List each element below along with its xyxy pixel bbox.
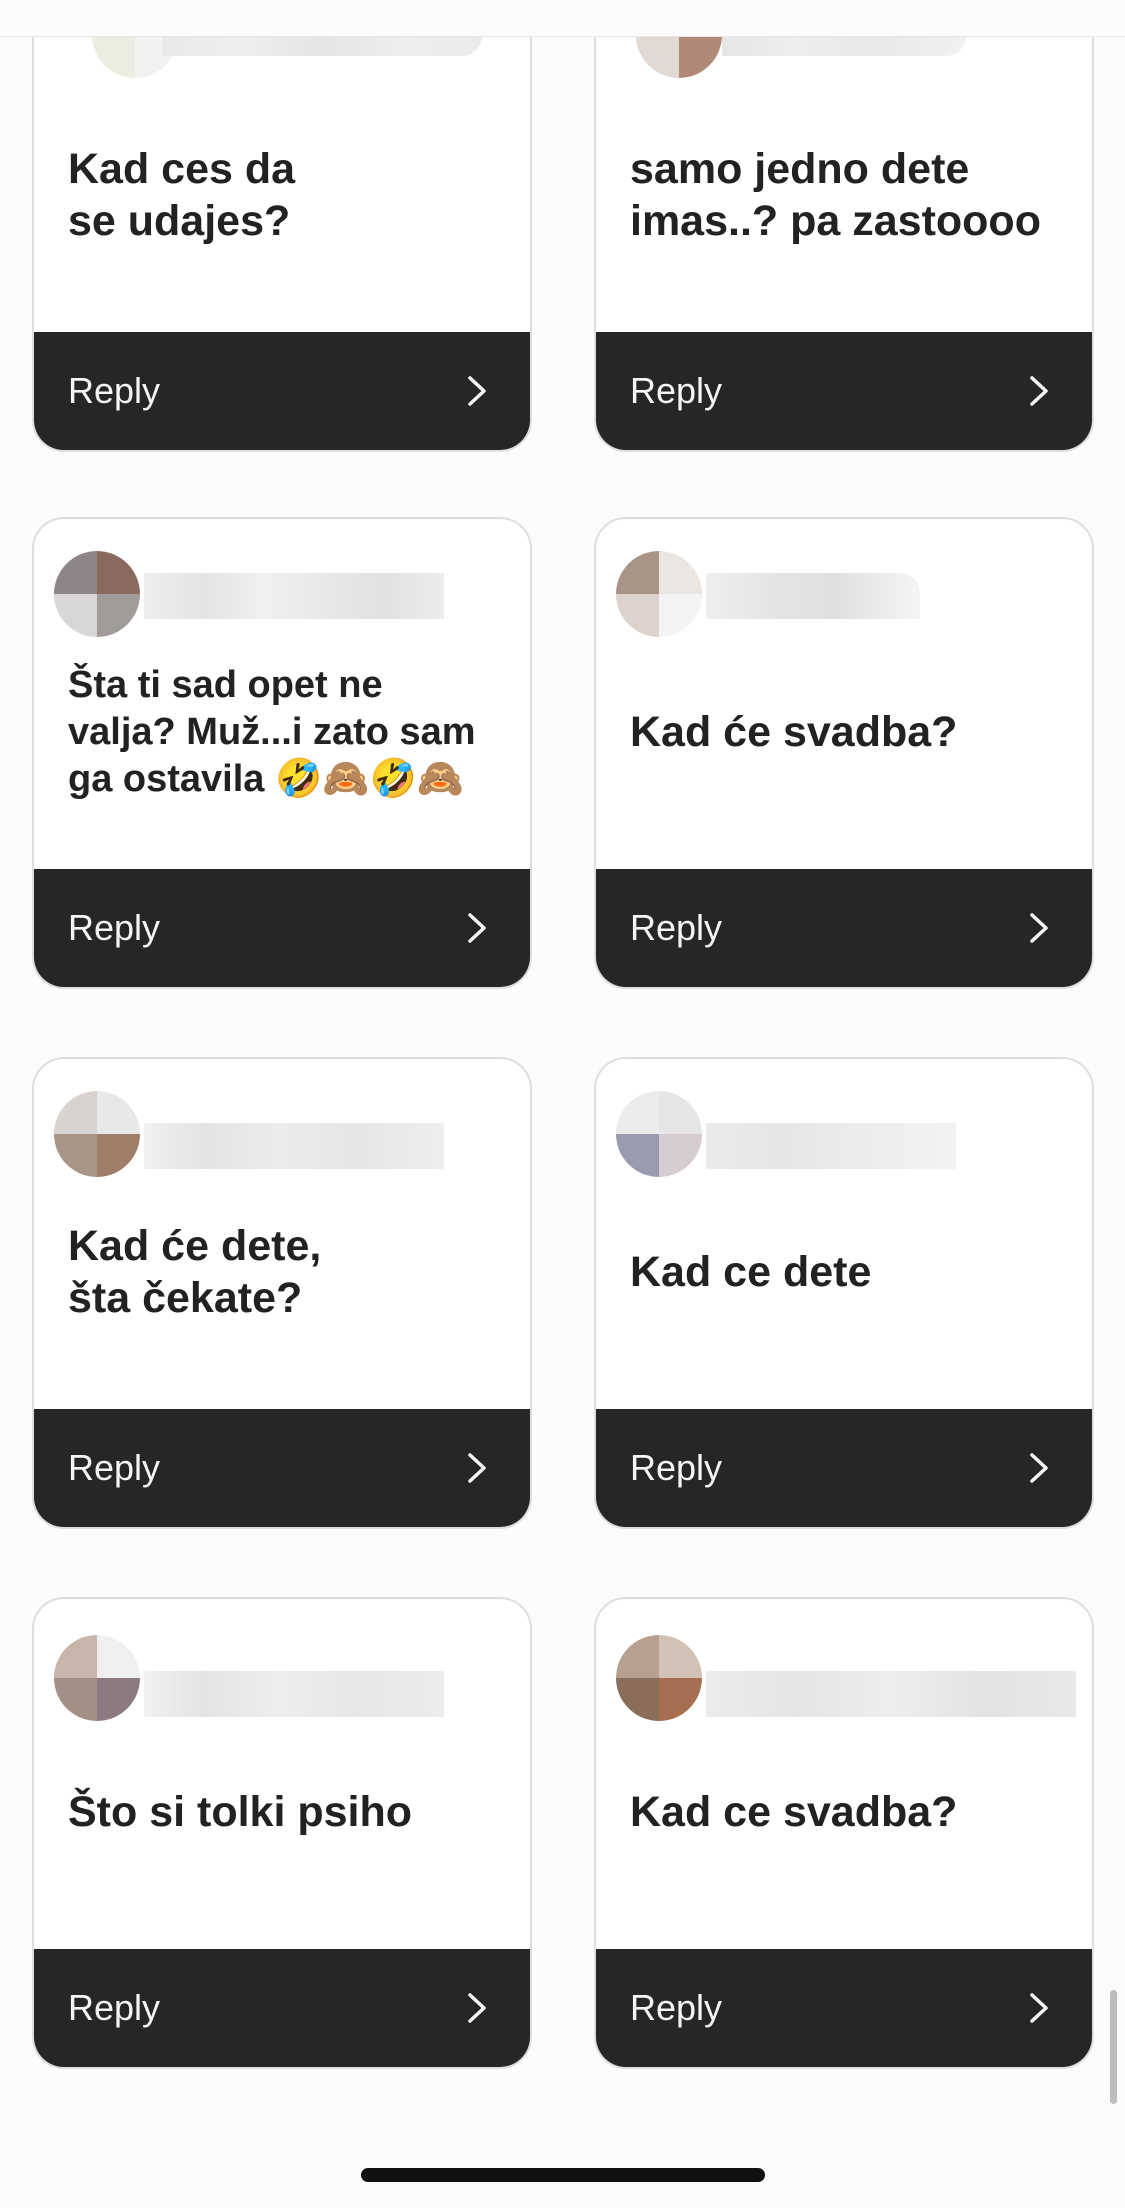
reply-button[interactable]: Reply [34,1949,530,2067]
question-text: Šta ti sad opet ne valja? Muž...i zato s… [68,663,476,800]
blurred-sender-header [54,1617,494,1721]
chevron-right-icon [468,1993,486,2023]
reply-label: Reply [68,907,161,948]
chevron-right-icon [1030,913,1048,943]
reply-label: Reply [68,1447,161,1488]
blurred-sender-header [54,1077,494,1177]
chevron-right-icon [468,376,486,406]
reply-label: Reply [68,1987,161,2028]
reply-button[interactable]: Reply [596,1949,1092,2067]
avatar [616,551,702,637]
question-text: Što si tolki psiho [68,1788,413,1836]
question-text: samo jedno dete imas..? pa zastoooo [630,145,1041,245]
question-grid: Kad ces da se udajes? Reply samo jedno d… [0,0,1125,2208]
reply-label: Reply [68,370,161,411]
question-card[interactable]: Što si tolki psiho Reply [32,1597,532,2069]
reply-label: Reply [630,1447,723,1488]
reply-button[interactable]: Reply [596,332,1092,450]
status-area-divider [0,0,1125,37]
question-card[interactable]: Kad će dete, šta čekate? Reply [32,1057,532,1529]
question-text: Kad ces da se udajes? [68,145,296,245]
reply-label: Reply [630,907,723,948]
question-text: Kad ce dete [630,1248,872,1296]
question-card[interactable]: Kad ce dete Reply [594,1057,1094,1529]
chevron-right-icon [468,913,486,943]
question-text: Kad ce svadba? [630,1788,958,1836]
reply-label: Reply [630,1987,723,2028]
chevron-right-icon [1030,1453,1048,1483]
chevron-right-icon [1030,376,1048,406]
question-card[interactable]: samo jedno dete imas..? pa zastoooo Repl… [594,0,1094,452]
question-card[interactable]: Kad ce svadba? Reply [594,1597,1094,2069]
question-card[interactable]: Kad ces da se udajes? Reply [32,0,532,452]
reply-label: Reply [630,370,723,411]
avatar [54,1091,140,1177]
reply-button[interactable]: Reply [34,332,530,450]
reply-button[interactable]: Reply [34,1409,530,1527]
question-text: Kad će dete, šta čekate? [68,1222,322,1322]
question-text: Kad će svadba? [630,708,958,756]
chevron-right-icon [1030,1993,1048,2023]
avatar [54,551,140,637]
question-card[interactable]: Kad će svadba? Reply [594,517,1094,989]
chevron-right-icon [468,1453,486,1483]
question-card[interactable]: Šta ti sad opet ne valja? Muž...i zato s… [32,517,532,989]
avatar [616,1091,702,1177]
reply-button[interactable]: Reply [34,869,530,987]
blurred-sender-header [616,537,1056,637]
reply-button[interactable]: Reply [596,1409,1092,1527]
blurred-sender-header [616,1617,1076,1721]
blurred-sender-header [54,537,494,637]
blurred-sender-header [616,1077,1056,1177]
reply-button[interactable]: Reply [596,869,1092,987]
scrollbar[interactable] [1110,1990,1117,2104]
home-indicator[interactable] [361,2168,765,2182]
